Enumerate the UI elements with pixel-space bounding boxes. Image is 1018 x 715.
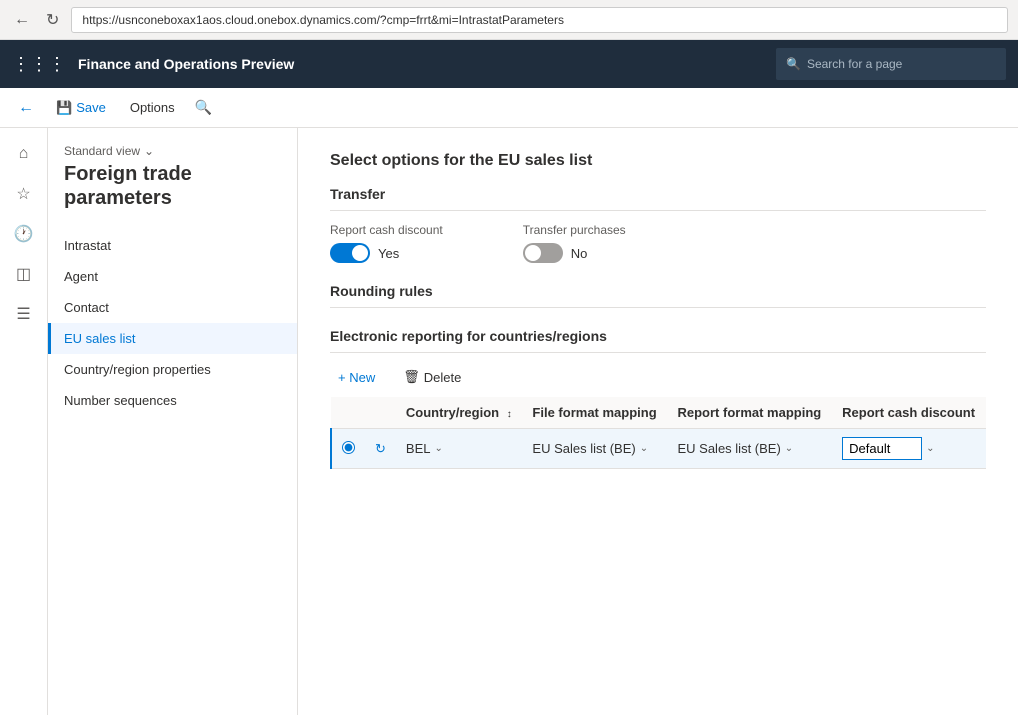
save-label: Save bbox=[76, 100, 106, 115]
recent-icon[interactable]: 🕐 bbox=[6, 216, 42, 252]
standard-view-label: Standard view bbox=[64, 144, 140, 158]
electronic-reporting-table: Country/region ↕ File format mapping Rep… bbox=[330, 397, 986, 469]
report-format-select-cell: EU Sales list (BE) ⌄ bbox=[677, 441, 822, 456]
save-button[interactable]: 💾 Save bbox=[48, 96, 114, 120]
main-layout: ⌂ ☆ 🕐 ◫ ☰ Standard view ⌄ Foreign trade … bbox=[0, 128, 1018, 715]
delete-icon: 🗑 bbox=[403, 369, 420, 385]
page-title: Foreign trade parameters bbox=[64, 162, 281, 210]
content-area: Select options for the EU sales list Tra… bbox=[298, 128, 1018, 715]
back-nav-button[interactable]: ← bbox=[10, 7, 34, 33]
chevron-down-icon: ⌄ bbox=[144, 144, 154, 158]
transfer-purchases-label: Transfer purchases bbox=[523, 223, 626, 237]
home-icon[interactable]: ⌂ bbox=[6, 136, 42, 172]
sidebar-item-contact[interactable]: Contact bbox=[48, 292, 297, 323]
transfer-grid: Report cash discount Yes Transfer purcha… bbox=[330, 223, 986, 263]
icon-strip: ⌂ ☆ 🕐 ◫ ☰ bbox=[0, 128, 48, 715]
refresh-nav-button[interactable]: ↻ bbox=[42, 6, 63, 34]
search-placeholder: Search for a page bbox=[807, 57, 902, 71]
report-cash-discount-value: Yes bbox=[378, 246, 399, 261]
search-box[interactable]: 🔍 Search for a page bbox=[776, 48, 1006, 80]
page-header: Standard view ⌄ Foreign trade parameters bbox=[48, 136, 297, 214]
favorites-icon[interactable]: ☆ bbox=[6, 176, 42, 212]
report-format-value: EU Sales list (BE) bbox=[677, 441, 780, 456]
row-country: BEL ⌄ bbox=[396, 429, 523, 469]
toolbar-search-button[interactable]: 🔍 bbox=[191, 95, 216, 120]
save-icon: 💾 bbox=[56, 100, 72, 116]
sidebar-navigation: Intrastat Agent Contact EU sales list Co… bbox=[48, 230, 297, 416]
col-country-region: Country/region ↕ bbox=[396, 397, 523, 429]
col-report-format: Report format mapping bbox=[667, 397, 832, 429]
sidebar: Standard view ⌄ Foreign trade parameters… bbox=[48, 128, 298, 715]
col-report-cash-discount: Report cash discount bbox=[832, 397, 986, 429]
options-button[interactable]: Options bbox=[122, 96, 183, 119]
country-value: BEL bbox=[406, 441, 431, 456]
transfer-purchases-field: Transfer purchases No bbox=[523, 223, 626, 263]
report-cash-cell: ⌄ bbox=[842, 437, 976, 460]
table-row: ↻ BEL ⌄ EU Sales list (BE) ⌄ bbox=[331, 429, 986, 469]
workspaces-icon[interactable]: ◫ bbox=[6, 256, 42, 292]
secondary-toolbar: ← 💾 Save Options 🔍 bbox=[0, 88, 1018, 128]
standard-view[interactable]: Standard view ⌄ bbox=[64, 144, 281, 158]
electronic-reporting-title: Electronic reporting for countries/regio… bbox=[330, 328, 986, 353]
report-cash-discount-field: Report cash discount Yes bbox=[330, 223, 443, 263]
row-radio[interactable] bbox=[331, 429, 365, 469]
country-select-cell: BEL ⌄ bbox=[406, 441, 513, 456]
file-format-value: EU Sales list (BE) bbox=[532, 441, 635, 456]
top-nav: ⋮⋮⋮ Finance and Operations Preview 🔍 Sea… bbox=[0, 40, 1018, 88]
report-cash-discount-toggle[interactable] bbox=[330, 243, 370, 263]
browser-bar: ← ↻ bbox=[0, 0, 1018, 40]
sidebar-item-number-sequences[interactable]: Number sequences bbox=[48, 385, 297, 416]
back-button[interactable]: ← bbox=[12, 97, 40, 119]
sort-icon[interactable]: ↕ bbox=[507, 409, 512, 420]
row-report-format: EU Sales list (BE) ⌄ bbox=[667, 429, 832, 469]
sidebar-item-agent[interactable]: Agent bbox=[48, 261, 297, 292]
file-format-chevron[interactable]: ⌄ bbox=[640, 443, 648, 454]
sidebar-item-intrastat[interactable]: Intrastat bbox=[48, 230, 297, 261]
row-report-cash-discount-cell: ⌄ bbox=[832, 429, 986, 469]
file-format-select-cell: EU Sales list (BE) ⌄ bbox=[532, 441, 657, 456]
col-refresh bbox=[365, 397, 396, 429]
rounding-rules-title: Rounding rules bbox=[330, 283, 986, 308]
report-cash-discount-label: Report cash discount bbox=[330, 223, 443, 237]
col-select bbox=[331, 397, 365, 429]
transfer-purchases-toggle-row: No bbox=[523, 243, 626, 263]
transfer-title: Transfer bbox=[330, 186, 986, 211]
new-button[interactable]: + New bbox=[330, 366, 383, 389]
dropdown-chevron-icon[interactable]: ⌄ bbox=[926, 443, 934, 454]
col-file-format: File format mapping bbox=[522, 397, 667, 429]
app-title: Finance and Operations Preview bbox=[78, 56, 764, 72]
country-chevron[interactable]: ⌄ bbox=[434, 443, 442, 454]
search-icon: 🔍 bbox=[786, 57, 801, 71]
table-toolbar: + New 🗑 Delete bbox=[330, 365, 986, 389]
row-file-format: EU Sales list (BE) ⌄ bbox=[522, 429, 667, 469]
delete-label: Delete bbox=[424, 370, 462, 385]
sidebar-item-country-region[interactable]: Country/region properties bbox=[48, 354, 297, 385]
report-cash-discount-toggle-row: Yes bbox=[330, 243, 443, 263]
list-icon[interactable]: ☰ bbox=[6, 296, 42, 332]
section-title: Select options for the EU sales list bbox=[330, 152, 986, 170]
report-format-chevron[interactable]: ⌄ bbox=[785, 443, 793, 454]
url-bar[interactable] bbox=[71, 7, 1008, 33]
apps-grid-icon[interactable]: ⋮⋮⋮ bbox=[12, 54, 66, 75]
transfer-purchases-toggle[interactable] bbox=[523, 243, 563, 263]
transfer-purchases-value: No bbox=[571, 246, 588, 261]
report-cash-discount-input[interactable] bbox=[842, 437, 922, 460]
sidebar-item-eu-sales-list[interactable]: EU sales list bbox=[48, 323, 297, 354]
delete-button[interactable]: 🗑 Delete bbox=[395, 365, 469, 389]
row-refresh-icon[interactable]: ↻ bbox=[365, 429, 396, 469]
